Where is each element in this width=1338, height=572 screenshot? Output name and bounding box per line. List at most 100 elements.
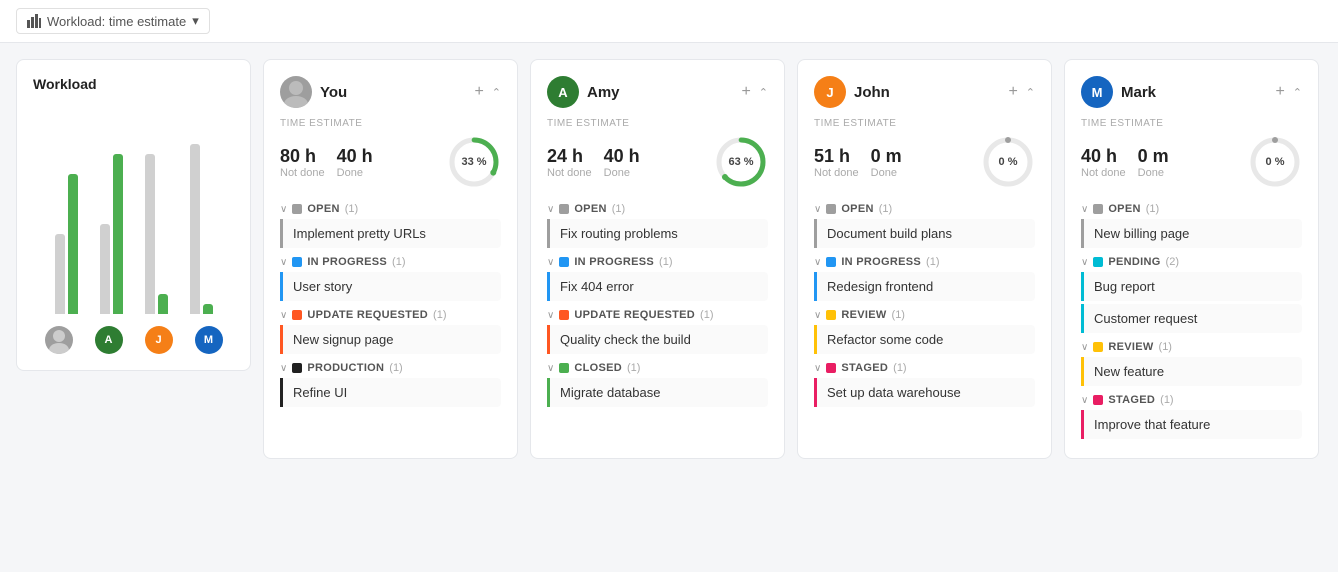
stat-done-value: 40 h	[337, 146, 373, 167]
donut-container: 0 %	[981, 135, 1035, 189]
collapse-icon[interactable]: ⌃	[1026, 86, 1035, 99]
section-color-dot	[292, 257, 302, 267]
person-col-mark: M Mark + ⌃ TIME ESTIMATE 40 h Not done 0…	[1064, 59, 1319, 459]
section-header[interactable]: ∨ IN PROGRESS (1)	[547, 256, 768, 268]
section-chevron: ∨	[547, 204, 554, 215]
stats-row: 80 h Not done 40 h Done 33 %	[280, 135, 501, 189]
bar-amy-gray	[100, 224, 110, 314]
section-chevron: ∨	[1081, 204, 1088, 215]
bar-john-green	[158, 294, 168, 314]
donut-container: 0 %	[1248, 135, 1302, 189]
persons-container: You + ⌃ TIME ESTIMATE 80 h Not done 40 h…	[263, 59, 1319, 459]
section-chevron: ∨	[814, 310, 821, 321]
section-header[interactable]: ∨ OPEN (1)	[814, 203, 1035, 215]
task-item[interactable]: Customer request	[1081, 304, 1302, 333]
avatar	[280, 76, 312, 108]
section-color-dot	[1093, 395, 1103, 405]
bar-mark-gray	[190, 144, 200, 314]
section-header[interactable]: ∨ CLOSED (1)	[547, 362, 768, 374]
bar-mark-green	[203, 304, 213, 314]
section-header[interactable]: ∨ OPEN (1)	[280, 203, 501, 215]
add-icon[interactable]: +	[741, 84, 750, 100]
header-actions: + ⌃	[741, 84, 768, 100]
section-color-dot	[826, 204, 836, 214]
task-item[interactable]: Refactor some code	[814, 325, 1035, 354]
section-header[interactable]: ∨ STAGED (1)	[1081, 394, 1302, 406]
section-chevron: ∨	[280, 363, 287, 374]
collapse-icon[interactable]: ⌃	[492, 86, 501, 99]
task-item[interactable]: Migrate database	[547, 378, 768, 407]
section-header[interactable]: ∨ STAGED (1)	[814, 362, 1035, 374]
workload-btn[interactable]: Workload: time estimate ▾	[16, 8, 210, 34]
add-icon[interactable]: +	[1008, 84, 1017, 100]
section-header[interactable]: ∨ REVIEW (1)	[1081, 341, 1302, 353]
person-name: You	[320, 84, 347, 101]
section-header[interactable]: ∨ PRODUCTION (1)	[280, 362, 501, 374]
section-color-dot	[1093, 204, 1103, 214]
main-content: Workload	[0, 43, 1338, 475]
section-title: UPDATE REQUESTED	[574, 309, 695, 321]
stat-not-done-value: 51 h	[814, 146, 859, 167]
person-col-you: You + ⌃ TIME ESTIMATE 80 h Not done 40 h…	[263, 59, 518, 459]
section-title: IN PROGRESS	[841, 256, 921, 268]
chart-area	[33, 108, 234, 318]
section-header[interactable]: ∨ IN PROGRESS (1)	[280, 256, 501, 268]
task-item[interactable]: Quality check the build	[547, 325, 768, 354]
bar-john-gray	[145, 154, 155, 314]
add-icon[interactable]: +	[474, 84, 483, 100]
stat-not-done-value: 24 h	[547, 146, 592, 167]
section-color-dot	[826, 257, 836, 267]
stat-not-done: 51 h Not done	[814, 146, 859, 179]
task-item[interactable]: Refine UI	[280, 378, 501, 407]
task-item[interactable]: New billing page	[1081, 219, 1302, 248]
section-color-dot	[292, 204, 302, 214]
stat-done: 0 m Done	[871, 146, 902, 179]
section-header[interactable]: ∨ IN PROGRESS (1)	[814, 256, 1035, 268]
time-estimate-label: TIME ESTIMATE	[280, 118, 501, 129]
task-item[interactable]: New feature	[1081, 357, 1302, 386]
section-count: (1)	[389, 362, 402, 374]
task-item[interactable]: Implement pretty URLs	[280, 219, 501, 248]
section-title: STAGED	[1108, 394, 1155, 406]
sidebar-title: Workload	[33, 76, 234, 92]
section-header[interactable]: ∨ UPDATE REQUESTED (1)	[280, 309, 501, 321]
task-item[interactable]: Redesign frontend	[814, 272, 1035, 301]
donut-label: 63 %	[728, 156, 753, 168]
avatar: J	[814, 76, 846, 108]
add-icon[interactable]: +	[1275, 84, 1284, 100]
bar-group-you	[55, 114, 78, 314]
section-count: (1)	[627, 362, 640, 374]
section-title: PRODUCTION	[307, 362, 384, 374]
section-color-dot	[292, 310, 302, 320]
section-header[interactable]: ∨ REVIEW (1)	[814, 309, 1035, 321]
stat-not-done: 24 h Not done	[547, 146, 592, 179]
person-info: A Amy	[547, 76, 620, 108]
section-header[interactable]: ∨ UPDATE REQUESTED (1)	[547, 309, 768, 321]
section-title: REVIEW	[841, 309, 886, 321]
section-header[interactable]: ∨ OPEN (1)	[1081, 203, 1302, 215]
task-item[interactable]: Bug report	[1081, 272, 1302, 301]
section-color-dot	[559, 363, 569, 373]
section-color-dot	[559, 204, 569, 214]
stat-not-done: 40 h Not done	[1081, 146, 1126, 179]
task-item[interactable]: Fix 404 error	[547, 272, 768, 301]
avatar-mark: M	[195, 326, 223, 354]
task-item[interactable]: User story	[280, 272, 501, 301]
collapse-icon[interactable]: ⌃	[1293, 86, 1302, 99]
section-count: (1)	[892, 309, 905, 321]
stat-done-label: Done	[1138, 167, 1169, 179]
task-item[interactable]: Improve that feature	[1081, 410, 1302, 439]
collapse-icon[interactable]: ⌃	[759, 86, 768, 99]
section-title: PENDING	[1108, 256, 1160, 268]
stat-done: 0 m Done	[1138, 146, 1169, 179]
section-header[interactable]: ∨ PENDING (2)	[1081, 256, 1302, 268]
section-header[interactable]: ∨ OPEN (1)	[547, 203, 768, 215]
bar-group-john	[145, 114, 168, 314]
person-name: John	[854, 84, 890, 101]
task-item[interactable]: New signup page	[280, 325, 501, 354]
task-item[interactable]: Fix routing problems	[547, 219, 768, 248]
task-item[interactable]: Document build plans	[814, 219, 1035, 248]
person-info: J John	[814, 76, 890, 108]
person-name: Amy	[587, 84, 620, 101]
task-item[interactable]: Set up data warehouse	[814, 378, 1035, 407]
